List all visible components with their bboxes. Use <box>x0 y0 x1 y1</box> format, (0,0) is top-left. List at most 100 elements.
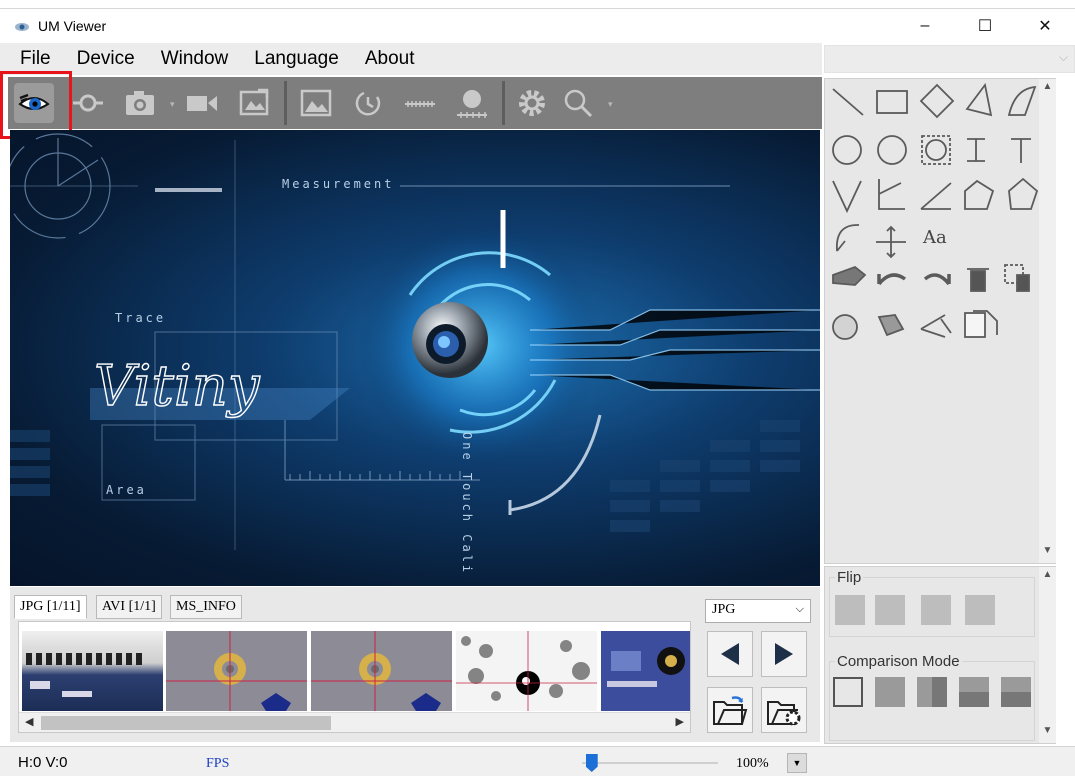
close-button[interactable]: ✕ <box>1015 9 1075 43</box>
thumbnail-pad-image <box>311 631 452 711</box>
highlight-box <box>0 71 72 139</box>
thumbnail[interactable] <box>456 631 597 711</box>
toolbar-separator <box>284 81 287 125</box>
one-touch-label: One Touch Cali <box>460 432 474 576</box>
folder-refresh-icon <box>713 696 748 725</box>
comparison-mode-label: Comparison Mode <box>835 653 962 670</box>
flip-label: Flip <box>835 569 864 586</box>
title-bar: UM Viewer – ☐ ✕ <box>0 8 1075 42</box>
scroll-up-icon[interactable]: ▲ <box>1039 81 1056 97</box>
thumbnail-strip: ◀ ▶ <box>18 621 691 733</box>
scrollbar-thumb[interactable] <box>41 716 331 730</box>
menu-device[interactable]: Device <box>77 48 135 70</box>
flip-comparison-panel: Flip Comparison Mode ▲ ▼ <box>824 566 1056 744</box>
chevron-down-icon: ⌵ <box>795 603 804 615</box>
ruler-button[interactable] <box>400 83 440 123</box>
trace-label: Trace <box>115 311 167 325</box>
flip-scrollbar[interactable]: ▲ ▼ <box>1039 567 1056 743</box>
thumbnail[interactable] <box>22 631 163 711</box>
compare-horizontal-split-button[interactable] <box>959 677 989 707</box>
drawing-tools-panel: Aa ▲ ▼ <box>824 78 1056 564</box>
toolbar-separator <box>502 81 505 125</box>
compare-overlay-button[interactable] <box>833 677 863 707</box>
zoom-dropdown-icon[interactable]: ▾ <box>608 99 616 109</box>
thumbnail-scrollbar[interactable]: ◀ ▶ <box>19 712 690 732</box>
scroll-up-icon[interactable]: ▲ <box>1039 569 1056 585</box>
preview-canvas[interactable]: Vitiny Measurement Trace Area One Touch … <box>10 130 820 586</box>
format-select-value: JPG <box>712 602 736 617</box>
window-title: UM Viewer <box>38 17 107 34</box>
ruler-icon <box>405 101 435 107</box>
timer-button[interactable] <box>348 83 388 123</box>
media-browser: JPG [1/11] AVI [1/1] MS_INFO ◀ ▶ JPG ⌵ <box>10 587 820 742</box>
calibration-button[interactable] <box>452 83 492 123</box>
fps-readout: FPS <box>206 756 230 771</box>
toolbar: ▾ ▾ <box>8 77 822 129</box>
menu-bar: File Device Window Language About <box>0 43 822 75</box>
thumbnail-pcb-image <box>26 653 142 697</box>
thumbnail[interactable] <box>311 631 452 711</box>
thumbnail[interactable] <box>601 631 690 711</box>
image-icon <box>300 89 332 117</box>
arrow-right-icon <box>775 643 793 665</box>
flip-horizontal-button[interactable] <box>875 595 905 625</box>
image-button[interactable] <box>296 83 336 123</box>
thumbnail[interactable] <box>166 631 307 711</box>
menu-about[interactable]: About <box>365 48 415 70</box>
menu-window[interactable]: Window <box>161 48 229 70</box>
tools-scrollbar[interactable]: ▲ ▼ <box>1039 79 1056 563</box>
next-button[interactable] <box>761 631 807 677</box>
zoom-dropdown-button[interactable]: ▼ <box>787 753 807 773</box>
chevron-down-icon: ⌵ <box>1058 50 1068 64</box>
magnifier-icon <box>564 89 593 118</box>
record-video-button[interactable] <box>182 83 222 123</box>
timelapse-button[interactable] <box>234 83 274 123</box>
thumbnail-pad-image <box>166 631 307 711</box>
compare-quad-button[interactable] <box>1001 677 1031 707</box>
open-folder-button[interactable] <box>707 687 753 733</box>
maximize-button[interactable]: ☐ <box>955 9 1015 43</box>
tab-jpg[interactable]: JPG [1/11] <box>14 595 87 619</box>
snapshot-button[interactable] <box>120 83 160 123</box>
scroll-down-icon[interactable]: ▼ <box>1039 725 1056 741</box>
format-select[interactable]: JPG ⌵ <box>705 599 811 623</box>
settings-button[interactable] <box>512 83 552 123</box>
hv-readout: H:0 V:0 <box>18 754 68 771</box>
menu-file[interactable]: File <box>20 48 51 70</box>
scroll-right-icon[interactable]: ▶ <box>676 715 684 728</box>
flip-normal-button[interactable] <box>835 595 865 625</box>
zoom-slider-thumb[interactable] <box>585 754 598 772</box>
folder-settings-button[interactable] <box>761 687 807 733</box>
zoom-value: 100% <box>736 756 769 771</box>
tab-ms-info[interactable]: MS_INFO <box>170 595 242 619</box>
menu-language[interactable]: Language <box>254 48 339 70</box>
compare-vertical-split-button[interactable] <box>917 677 947 707</box>
zoom-slider-track[interactable] <box>582 762 718 764</box>
text-tool-icon[interactable]: Aa <box>923 227 947 248</box>
video-camera-icon <box>187 96 217 111</box>
folder-gear-icon <box>767 701 801 726</box>
scroll-down-icon[interactable]: ▼ <box>1039 545 1056 561</box>
frame-star-icon <box>239 88 269 116</box>
tab-avi[interactable]: AVI [1/1] <box>96 595 162 619</box>
thumbnail-particle-image <box>456 631 597 711</box>
drawing-tool-icons <box>832 82 1039 340</box>
calibration-icon <box>457 90 487 118</box>
scroll-left-icon[interactable]: ◀ <box>25 715 33 728</box>
thumbnail-board-image <box>607 647 685 687</box>
device-combo[interactable]: ⌵ <box>824 45 1075 73</box>
flip-both-button[interactable] <box>965 595 995 625</box>
previous-button[interactable] <box>707 631 753 677</box>
snapshot-dropdown-icon[interactable]: ▾ <box>170 99 178 109</box>
app-eye-icon <box>15 22 29 31</box>
brand-script: Vitiny <box>94 354 261 419</box>
measure-line-button[interactable] <box>68 83 108 123</box>
minimize-button[interactable]: – <box>895 9 955 43</box>
timer-icon <box>355 91 381 116</box>
flip-vertical-button[interactable] <box>921 595 951 625</box>
gear-icon <box>519 90 545 116</box>
arrow-left-icon <box>721 643 739 665</box>
area-label: Area <box>106 483 147 497</box>
compare-single-button[interactable] <box>875 677 905 707</box>
zoom-button[interactable] <box>558 83 598 123</box>
